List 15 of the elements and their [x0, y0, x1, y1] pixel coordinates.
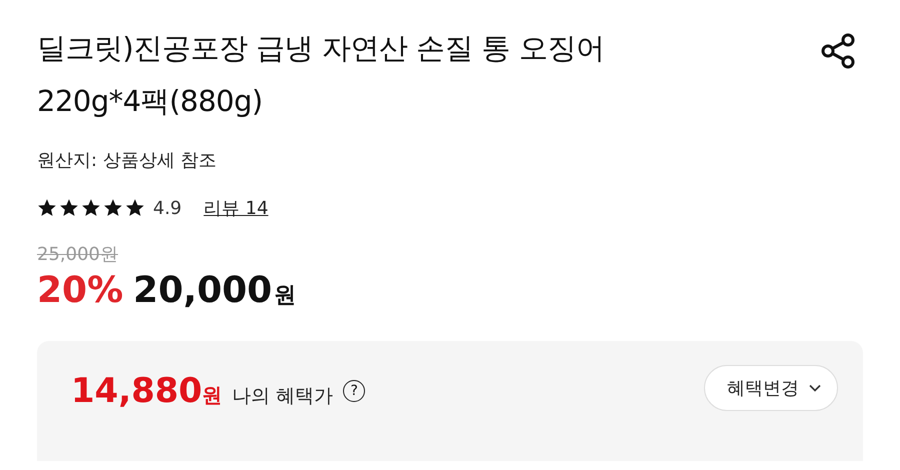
rating-score: 4.9: [153, 198, 182, 218]
currency-unit: 원: [274, 282, 296, 310]
change-benefit-button[interactable]: 혜택변경: [704, 365, 838, 411]
benefit-price: 14,880: [71, 371, 202, 411]
benefit-label: 나의 혜택가: [232, 384, 334, 409]
sale-price: 20,000: [133, 270, 272, 311]
chevron-down-icon: [809, 384, 821, 392]
discount-rate: 20%: [37, 270, 124, 311]
help-icon[interactable]: ?: [343, 380, 366, 402]
origin-text: 원산지: 상품상세 참조: [37, 149, 218, 172]
product-title: 딜크릿)진공포장 급냉 자연산 손질 통 오징어 220g*4팩(880g): [37, 30, 604, 120]
review-link[interactable]: 리뷰 14: [204, 196, 268, 220]
original-price: 25,000원: [37, 243, 118, 266]
currency-unit: 원: [202, 382, 222, 409]
share-icon[interactable]: [819, 32, 857, 70]
